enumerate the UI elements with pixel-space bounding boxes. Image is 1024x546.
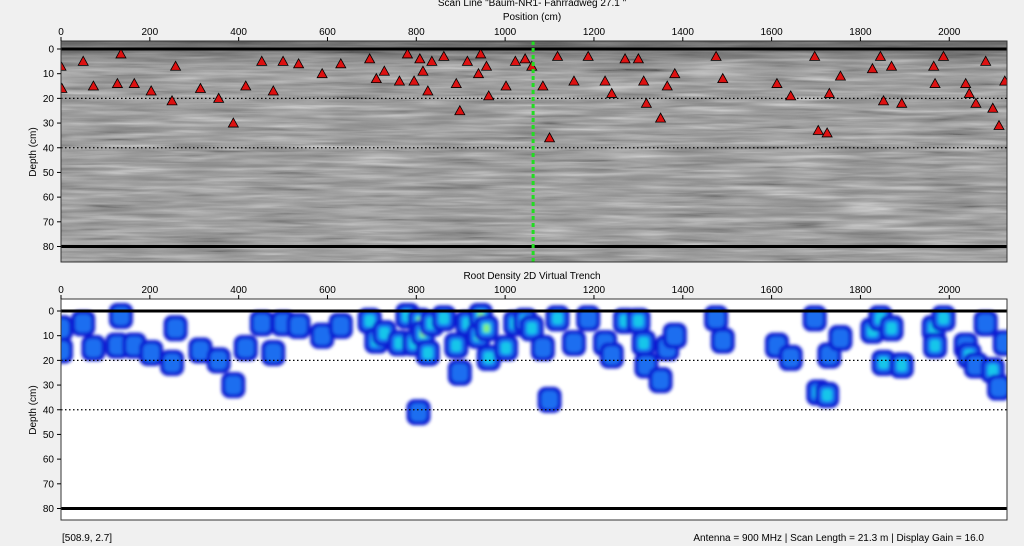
density-cell-mid [167, 319, 184, 338]
x-tick-label: 200 [141, 285, 158, 296]
y-tick-label: 40 [43, 405, 55, 416]
y-tick-label: 0 [48, 45, 54, 56]
density-cell-high [526, 322, 537, 335]
y-tick-label: 30 [43, 381, 55, 392]
density-cell-high [886, 322, 897, 335]
density-cell-mid [143, 343, 160, 362]
chart2-title: Root Density 2D Virtual Trench [463, 271, 600, 282]
x-tick-label: 600 [319, 27, 336, 38]
y-tick-label: 60 [43, 193, 55, 204]
scan-line-title: Scan Line "Baum-NR1- Fahrradweg 27.1 " [438, 0, 627, 9]
density-cell-mid [782, 348, 799, 367]
x-tick-label: 400 [230, 27, 247, 38]
density-cell-mid [534, 339, 551, 358]
x-tick-label: 1600 [760, 285, 783, 296]
density-cell-high [938, 312, 949, 325]
density-cell-high [422, 346, 433, 359]
chart2-ylabel: Depth (cm) [28, 385, 39, 434]
y-tick-label: 80 [43, 242, 55, 253]
density-cell-mid [603, 346, 620, 365]
density-cell-mid [85, 339, 102, 358]
y-tick-label: 0 [48, 307, 54, 318]
y-tick-label: 80 [43, 504, 55, 515]
density-cell-high [930, 339, 941, 352]
y-tick-label: 40 [43, 143, 55, 154]
density-cell-mid [253, 314, 270, 333]
y-tick-label: 70 [43, 217, 55, 228]
density-cell-mid [192, 341, 209, 360]
x-tick-label: 0 [58, 285, 64, 296]
y-tick-label: 30 [43, 119, 55, 130]
density-cell-mid [164, 353, 181, 372]
density-cell-mid [451, 363, 468, 382]
y-tick-label: 70 [43, 479, 55, 490]
x-tick-label: 400 [230, 285, 247, 296]
y-tick-label: 10 [43, 69, 55, 80]
x-tick-label: 200 [141, 27, 158, 38]
density-cell-mid [977, 314, 994, 333]
density-cell-high [501, 342, 512, 355]
chart1-ylabel: Depth (cm) [28, 127, 39, 176]
density-cell-peak [483, 324, 490, 333]
radargram-chart: 0 200 400 600 800 1000 1200 1400 1600 1800 2000 0 10… [28, 27, 1008, 263]
x-tick-label: 1200 [583, 285, 606, 296]
y-tick-label: 10 [43, 331, 55, 342]
density-cell-high [896, 359, 907, 372]
x-tick-label: 1000 [494, 285, 517, 296]
x-tick-label: 2000 [938, 27, 961, 38]
x-tick-label: 0 [58, 27, 64, 38]
scan-info: Antenna = 900 MHz | Scan Length = 21.3 m… [693, 533, 984, 544]
x-tick-label: 2000 [938, 285, 961, 296]
root-density-chart: 0 200 400 600 800 1000 1200 1400 1600 1800 2000 0 10… [28, 285, 1008, 521]
density-cell-mid [652, 371, 669, 390]
x-tick-label: 1000 [494, 27, 517, 38]
x-tick-label: 1800 [849, 27, 872, 38]
density-cell-high [451, 339, 462, 352]
chart-canvas: Scan Line "Baum-NR1- Fahrradweg 27.1 " P… [28, 0, 1008, 521]
x-tick-label: 800 [408, 27, 425, 38]
density-cell-mid [237, 339, 254, 358]
density-cell-mid [666, 326, 683, 345]
density-cell-high [633, 314, 644, 327]
y-tick-label: 60 [43, 455, 55, 466]
x-tick-label: 1200 [583, 27, 606, 38]
density-cell-mid [314, 326, 331, 345]
x-tick-label: 1400 [672, 27, 695, 38]
density-cell-high [438, 312, 449, 325]
density-cell-mid [832, 329, 849, 348]
y-tick-label: 50 [43, 168, 55, 179]
y-tick-label: 20 [43, 356, 55, 367]
y-tick-label: 20 [43, 94, 55, 105]
x-tick-label: 600 [319, 285, 336, 296]
density-cell-mid [332, 316, 349, 335]
density-cell-high [822, 388, 833, 401]
x-tick-label: 1600 [760, 27, 783, 38]
density-cell-high [483, 351, 494, 364]
density-cell-mid [565, 334, 582, 353]
density-cell-high [638, 337, 649, 350]
density-cell-mid [75, 314, 92, 333]
density-cell-mid [996, 334, 1007, 353]
density-cell-mid [290, 316, 307, 335]
chart1-title: Position (cm) [503, 12, 561, 23]
density-cell-high [878, 356, 889, 369]
density-cell-mid [265, 343, 282, 362]
density-cell-high [552, 312, 563, 325]
density-cell-mid [541, 390, 558, 409]
density-cell-high [987, 364, 998, 377]
x-tick-label: 800 [408, 285, 425, 296]
density-cell-mid [714, 331, 731, 350]
density-cell-mid [991, 378, 1007, 397]
density-cell-mid [225, 376, 242, 395]
y-tick-label: 50 [43, 430, 55, 441]
x-tick-label: 1400 [672, 285, 695, 296]
x-tick-label: 1800 [849, 285, 872, 296]
density-cell-mid [410, 403, 427, 422]
radargram-surface-band [61, 41, 1007, 262]
cursor-coordinates: [508.9, 2.7] [62, 533, 113, 544]
